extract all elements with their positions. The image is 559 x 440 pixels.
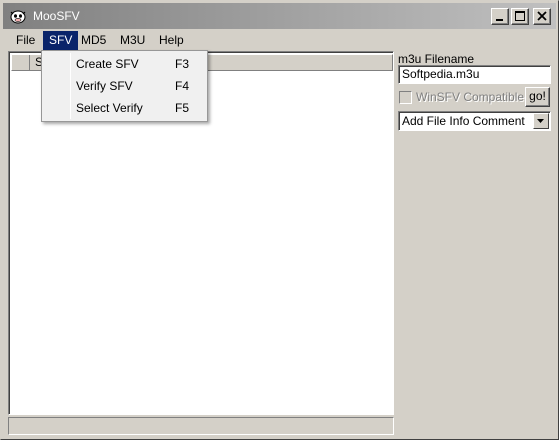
status-bar xyxy=(8,417,394,435)
close-button[interactable] xyxy=(533,8,551,25)
title-bar[interactable]: MooSFV xyxy=(3,3,556,29)
app-window: MooSFV File SFV MD5 M3U Help S m3u Filen… xyxy=(0,0,559,440)
menu-help[interactable]: Help xyxy=(153,31,190,50)
menu-m3u[interactable]: M3U xyxy=(114,31,151,50)
menu-bar: File SFV MD5 M3U Help xyxy=(3,30,556,50)
comment-select-dropdown-button[interactable] xyxy=(533,113,549,129)
m3u-filename-input[interactable]: Softpedia.m3u xyxy=(398,65,551,84)
minimize-icon xyxy=(496,19,503,21)
winsfv-compatible-checkbox[interactable] xyxy=(399,91,412,104)
menu-item-shortcut: F3 xyxy=(175,57,190,71)
column-header-check[interactable] xyxy=(12,55,30,70)
m3u-filename-label: m3u Filename xyxy=(398,52,475,66)
menu-item-verify-sfv[interactable]: Verify SFV F4 xyxy=(44,75,205,97)
menu-md5[interactable]: MD5 xyxy=(75,31,112,50)
sfv-dropdown-menu: Create SFV F3 Verify SFV F4 Select Verif… xyxy=(41,50,208,122)
menu-item-label: Select Verify xyxy=(76,101,143,115)
window-title: MooSFV xyxy=(33,9,80,23)
menu-item-shortcut: F5 xyxy=(175,101,190,115)
cow-app-icon xyxy=(10,10,26,24)
comment-select-value: Add File Info Comment xyxy=(402,114,525,128)
menu-item-label: Create SFV xyxy=(76,57,139,71)
minimize-button[interactable] xyxy=(491,8,509,25)
menu-sfv[interactable]: SFV xyxy=(43,31,79,50)
menu-item-label: Verify SFV xyxy=(76,79,133,93)
menu-item-select-verify[interactable]: Select Verify F5 xyxy=(44,97,205,119)
maximize-button[interactable] xyxy=(511,8,529,25)
comment-select[interactable]: Add File Info Comment xyxy=(398,111,551,131)
close-icon xyxy=(537,11,547,21)
menu-item-shortcut: F4 xyxy=(175,79,190,93)
maximize-icon xyxy=(515,11,525,21)
winsfv-compatible-label: WinSFV Compatible xyxy=(416,90,525,104)
chevron-down-icon xyxy=(537,119,544,123)
menu-file[interactable]: File xyxy=(10,31,41,50)
menu-item-create-sfv[interactable]: Create SFV F3 xyxy=(44,53,205,75)
go-button[interactable]: go! xyxy=(525,87,550,107)
